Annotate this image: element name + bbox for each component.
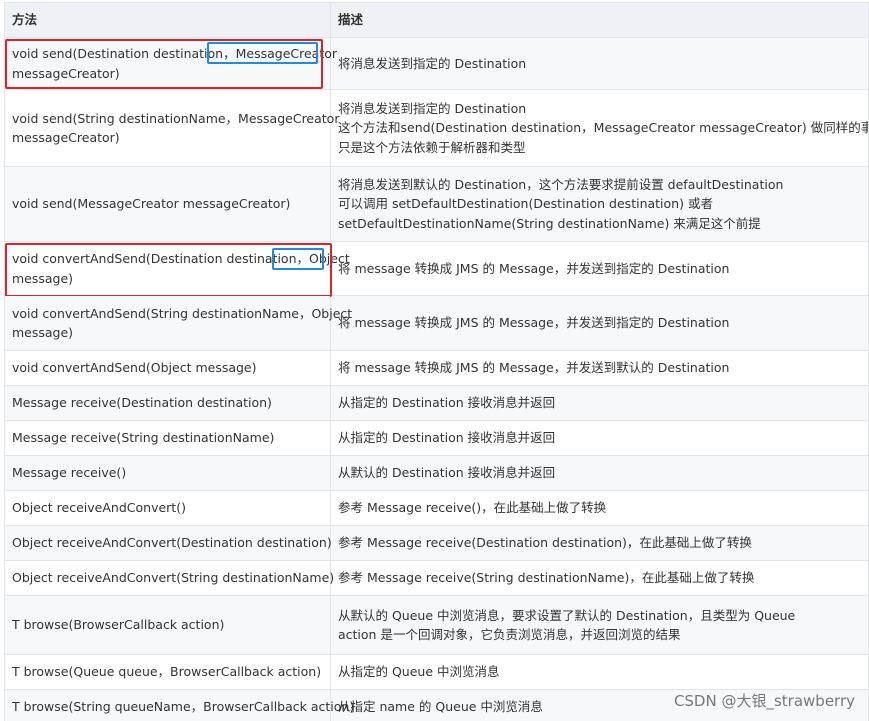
header-description: 描述 — [330, 2, 869, 38]
method-cell: T browse(String queueName，BrowserCallbac… — [4, 689, 355, 721]
method-cell: void send(String destinationName，Message… — [4, 89, 340, 167]
method-signature-line: Object receiveAndConvert(String destinat… — [12, 570, 335, 586]
description-line: 将 message 转换成 JMS 的 Message，并发送到指定的 Dest… — [338, 260, 730, 276]
table-row: T browse(BrowserCallback action) 从默认的 Que… — [4, 595, 869, 655]
method-signature-line: T browse(String queueName，BrowserCallbac… — [12, 699, 355, 715]
method-signature-line: messageCreator) — [12, 65, 120, 81]
method-signature-line: void convertAndSend(Destination destinat… — [12, 251, 350, 266]
method-signature-line: void send(Destination destination，Messag… — [12, 46, 338, 61]
description-cell: 参考 Message receive(String destinationNam… — [330, 560, 869, 596]
api-methods-table: 方法 描述 void send(Destination destination，… — [4, 2, 869, 721]
method-signature-line: Message receive() — [12, 465, 127, 481]
description-cell: 从指定的 Destination 接收消息并返回 — [330, 420, 869, 456]
method-cell: void convertAndSend(String destinationNa… — [4, 295, 353, 351]
method-signature-line: Object receiveAndConvert() — [12, 500, 186, 516]
description-cell: 从默认的 Queue 中浏览消息，要求设置了默认的 Destination，且类… — [330, 595, 869, 655]
description-cell: 从指定的 Queue 中浏览消息 — [330, 654, 869, 690]
method-signature-line: message) — [12, 270, 74, 286]
description-cell: 从指定的 Destination 接收消息并返回 — [330, 385, 869, 421]
method-signature-line: void send(String destinationName，Message… — [12, 110, 340, 126]
description-line: 将 message 转换成 JMS 的 Message，并发送到默认的 Dest… — [338, 360, 730, 376]
method-signature-line: T browse(BrowserCallback action) — [12, 617, 225, 633]
table-row: void send(Destination destination，Messag… — [4, 37, 869, 90]
table-row: void convertAndSend(Object message) 将 mes… — [4, 350, 869, 386]
table-row: Object receiveAndConvert() 参考 Message rec… — [4, 490, 869, 526]
description-line: 从指定的 Destination 接收消息并返回 — [338, 395, 556, 411]
header-method: 方法 — [4, 2, 331, 38]
description-line: 从默认的 Destination 接收消息并返回 — [338, 465, 556, 481]
method-signature-line: T browse(Queue queue，BrowserCallback act… — [12, 664, 322, 680]
description-line: 将消息发送到默认的 Destination，这个方法要求提前设置 default… — [338, 176, 784, 192]
method-cell: void convertAndSend(Destination destinat… — [4, 241, 350, 297]
table-row: Message receive(Destination destination)… — [4, 385, 869, 421]
method-cell: void send(Destination destination，Messag… — [4, 37, 338, 90]
method-signature-line: Object receiveAndConvert(Destination des… — [12, 535, 332, 551]
description-line: 从默认的 Queue 中浏览消息，要求设置了默认的 Destination，且类… — [338, 607, 796, 623]
table-row: T browse(Queue queue，BrowserCallback act… — [4, 654, 869, 690]
method-cell: Object receiveAndConvert() — [4, 490, 331, 526]
table-row: Message receive() 从默认的 Destination 接收消息并返… — [4, 455, 869, 491]
description-line: 将消息发送到指定的 Destination — [338, 55, 527, 71]
description-line: 只是这个方法依赖于解析器和类型 — [338, 139, 526, 155]
method-signature-line: void convertAndSend(Object message) — [12, 360, 257, 376]
table-body: void send(Destination destination，Messag… — [4, 37, 869, 721]
description-cell: 将消息发送到默认的 Destination，这个方法要求提前设置 default… — [330, 166, 869, 242]
description-line: action 是一个回调对象，它负责浏览消息，并返回浏览的结果 — [338, 627, 681, 642]
description-line: 参考 Message receive()，在此基础上做了转换 — [338, 500, 607, 516]
method-signature-line: Message receive(String destinationName) — [12, 430, 275, 446]
description-line: 从指定的 Queue 中浏览消息 — [338, 664, 500, 680]
method-cell: void convertAndSend(Object message) — [4, 350, 331, 386]
method-cell: T browse(Queue queue，BrowserCallback act… — [4, 654, 331, 690]
table-row: Object receiveAndConvert(String destinat… — [4, 560, 869, 596]
method-signature-line: messageCreator) — [12, 130, 120, 145]
description-line: 参考 Message receive(String destinationNam… — [338, 570, 755, 586]
method-signature-line: void convertAndSend(String destinationNa… — [12, 305, 353, 321]
method-cell: Message receive(Destination destination) — [4, 385, 331, 421]
description-cell: 参考 Message receive()，在此基础上做了转换 — [330, 490, 869, 526]
description-line: 这个方法和send(Destination destination，Messag… — [338, 120, 869, 136]
method-cell: void send(MessageCreator messageCreator) — [4, 166, 331, 242]
table-row: void send(String destinationName，Message… — [4, 89, 869, 167]
method-cell: Object receiveAndConvert(String destinat… — [4, 560, 335, 596]
description-cell: 将消息发送到指定的 Destination — [330, 37, 869, 90]
method-signature-line: message) — [12, 325, 74, 340]
csdn-watermark: CSDN @大银_strawberry — [673, 692, 855, 710]
description-cell: 参考 Message receive(Destination destinati… — [330, 525, 869, 561]
method-cell: Message receive(String destinationName) — [4, 420, 331, 456]
description-line: 可以调用 setDefaultDestination(Destination d… — [338, 196, 713, 212]
description-line: 参考 Message receive(Destination destinati… — [338, 535, 752, 551]
table-row: Message receive(String destinationName) 从… — [4, 420, 869, 456]
description-cell: 从默认的 Destination 接收消息并返回 — [330, 455, 869, 491]
table-row: void convertAndSend(String destinationNa… — [4, 295, 869, 351]
description-line: 从指定的 Destination 接收消息并返回 — [338, 430, 556, 446]
method-cell: T browse(BrowserCallback action) — [4, 595, 331, 655]
table-row: Object receiveAndConvert(Destination des… — [4, 525, 869, 561]
description-line: setDefaultDestinationName(String destina… — [338, 215, 761, 231]
table-row: void convertAndSend(Destination destinat… — [4, 241, 869, 297]
method-cell: Message receive() — [4, 455, 331, 491]
table-row: void send(MessageCreator messageCreator)… — [4, 166, 869, 242]
method-signature-line: void send(MessageCreator messageCreator) — [12, 196, 291, 212]
description-line: 将 message 转换成 JMS 的 Message，并发送到指定的 Dest… — [338, 315, 730, 331]
description-cell: 将 message 转换成 JMS 的 Message，并发送到指定的 Dest… — [330, 241, 869, 296]
method-signature-line: Message receive(Destination destination) — [12, 395, 272, 411]
method-cell: Object receiveAndConvert(Destination des… — [4, 525, 332, 561]
description-cell: 将 message 转换成 JMS 的 Message，并发送到指定的 Dest… — [330, 295, 869, 351]
header-row: 方法 描述 — [4, 2, 869, 38]
description-line: 将消息发送到指定的 Destination — [338, 100, 527, 116]
description-cell: 将消息发送到指定的 Destination 这个方法和send(Destinati… — [330, 89, 869, 167]
description-cell: 将 message 转换成 JMS 的 Message，并发送到默认的 Dest… — [330, 350, 869, 386]
